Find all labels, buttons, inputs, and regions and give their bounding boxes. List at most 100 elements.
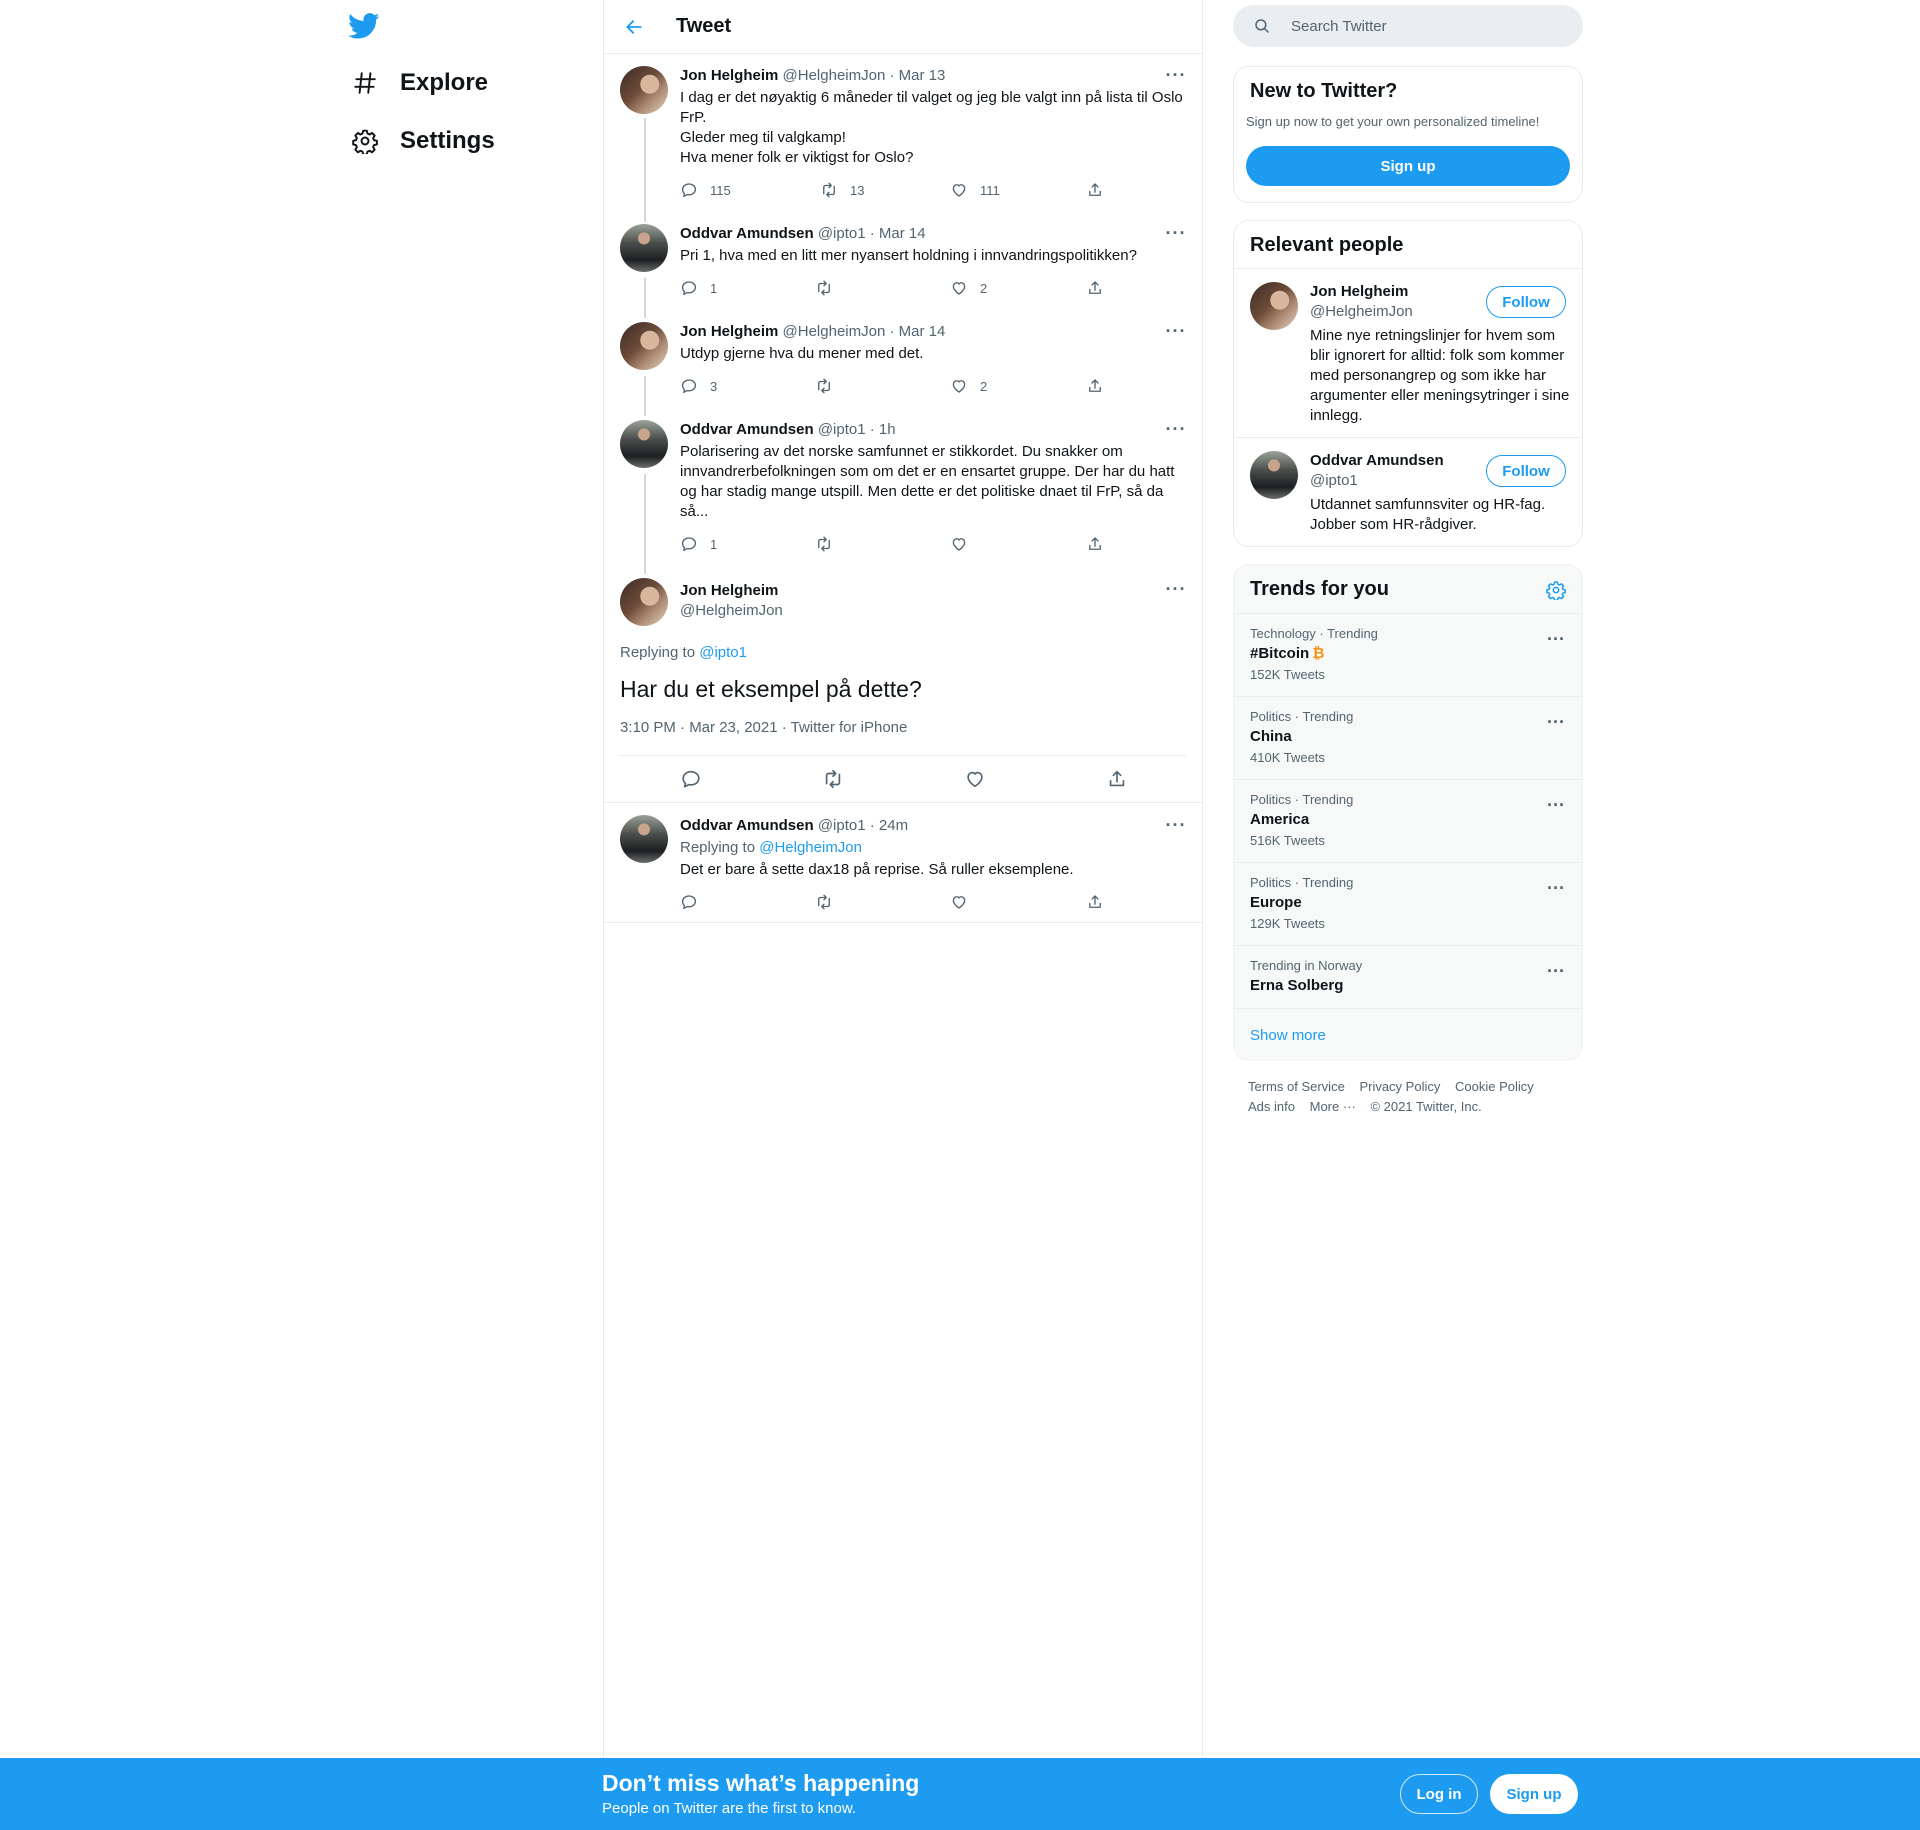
- retweet-button[interactable]: [815, 892, 845, 912]
- avatar[interactable]: [620, 224, 668, 272]
- replying-to-link[interactable]: @HelgheimJon: [759, 839, 862, 856]
- person-handle[interactable]: @HelgheimJon: [1310, 303, 1413, 320]
- author-name[interactable]: Oddvar Amundsen: [680, 225, 814, 242]
- author-name[interactable]: Oddvar Amundsen: [680, 817, 814, 834]
- nav-settings[interactable]: Settings: [352, 119, 495, 163]
- retweet-button[interactable]: [815, 278, 845, 298]
- banner-subtitle: People on Twitter are the first to know.: [602, 1800, 857, 1817]
- person-handle[interactable]: @ipto1: [1310, 472, 1358, 489]
- tweet-date[interactable]: 1h: [879, 421, 896, 438]
- tweet-date[interactable]: 24m: [879, 817, 908, 834]
- share-button[interactable]: [1086, 892, 1116, 912]
- tweet-date[interactable]: Mar 14: [879, 225, 926, 242]
- avatar[interactable]: [1250, 451, 1298, 499]
- author-handle[interactable]: @ipto1: [818, 225, 866, 242]
- follow-button[interactable]: Follow: [1486, 455, 1566, 487]
- retweet-button[interactable]: [815, 376, 845, 396]
- tweet-date[interactable]: Mar 14: [899, 323, 946, 340]
- footer-link[interactable]: More ···: [1310, 1099, 1356, 1114]
- person-name[interactable]: Oddvar Amundsen: [1310, 452, 1444, 469]
- focus-author-name[interactable]: Jon Helgheim: [680, 582, 778, 599]
- more-options-icon[interactable]: ···: [1164, 420, 1188, 444]
- avatar[interactable]: [620, 322, 668, 370]
- footer-link[interactable]: Terms of Service: [1248, 1079, 1345, 1094]
- trend-meta: Trending in Norway: [1250, 958, 1363, 973]
- person-name[interactable]: Jon Helgheim: [1310, 283, 1408, 300]
- search-icon: [1255, 19, 1269, 33]
- back-button[interactable]: [620, 13, 648, 41]
- avatar[interactable]: [620, 815, 668, 863]
- nav-explore[interactable]: Explore: [352, 61, 488, 105]
- avatar[interactable]: [620, 66, 668, 114]
- author-name[interactable]: Jon Helgheim: [680, 323, 778, 340]
- footer-link[interactable]: Cookie Policy: [1455, 1079, 1534, 1094]
- share-button[interactable]: [1086, 534, 1116, 554]
- author-name[interactable]: Oddvar Amundsen: [680, 421, 814, 438]
- tweet-text: Det er bare å sette dax18 på reprise. Så…: [680, 861, 1074, 878]
- reply-button[interactable]: 115: [680, 180, 731, 200]
- focus-tweet-text: Har du et eksempel på dette?: [620, 676, 922, 702]
- sign-up-button[interactable]: Sign up: [1246, 146, 1570, 186]
- reply-button[interactable]: [680, 892, 710, 912]
- search-input[interactable]: Search Twitter: [1233, 5, 1583, 47]
- tweet-text: I dag er det nøyaktig 6 måneder til valg…: [680, 89, 1183, 166]
- more-options-icon[interactable]: ···: [1544, 630, 1568, 651]
- more-options-icon[interactable]: ···: [1164, 816, 1188, 840]
- more-options-icon[interactable]: ···: [1164, 322, 1188, 346]
- tweet-text: Polarisering av det norske samfunnet er …: [680, 443, 1175, 520]
- like-button[interactable]: 2: [950, 278, 987, 298]
- replying-to: Replying to @HelgheimJon: [680, 839, 862, 856]
- share-button[interactable]: [1106, 767, 1128, 791]
- reply-button[interactable]: 1: [680, 534, 717, 554]
- back-arrow-icon: [626, 20, 642, 34]
- focus-author-handle[interactable]: @HelgheimJon: [680, 602, 783, 619]
- tweet-date[interactable]: Mar 13: [899, 67, 946, 84]
- avatar[interactable]: [620, 578, 668, 626]
- more-options-icon[interactable]: ···: [1544, 962, 1568, 983]
- show-more-link[interactable]: Show more: [1250, 1027, 1326, 1044]
- more-options-icon[interactable]: ···: [1164, 66, 1188, 90]
- share-button[interactable]: [1086, 278, 1116, 298]
- more-options-icon[interactable]: ···: [1544, 796, 1568, 817]
- avatar[interactable]: [620, 420, 668, 468]
- tweet-text: Pri 1, hva med en litt mer nyansert hold…: [680, 247, 1137, 264]
- retweet-button[interactable]: [815, 534, 845, 554]
- like-button[interactable]: [950, 534, 980, 554]
- author-handle[interactable]: @HelgheimJon: [783, 323, 886, 340]
- divider: [1234, 945, 1582, 946]
- tweet-text: Utdyp gjerne hva du mener med det.: [680, 345, 924, 362]
- sign-up-button[interactable]: Sign up: [1490, 1774, 1578, 1814]
- reply-button[interactable]: [680, 767, 702, 791]
- like-button[interactable]: [964, 767, 986, 791]
- thread-line: [644, 118, 646, 222]
- more-options-icon[interactable]: ···: [1544, 713, 1568, 734]
- footer-link[interactable]: Ads info: [1248, 1099, 1295, 1114]
- author-handle[interactable]: @ipto1: [818, 421, 866, 438]
- more-options-icon[interactable]: ···: [1164, 224, 1188, 248]
- share-button[interactable]: [1086, 376, 1116, 396]
- like-button[interactable]: 2: [950, 376, 987, 396]
- author-handle[interactable]: @HelgheimJon: [783, 67, 886, 84]
- like-button[interactable]: [950, 892, 980, 912]
- more-options-icon[interactable]: ···: [1164, 580, 1188, 604]
- twitter-logo-icon[interactable]: [348, 10, 380, 42]
- more-options-icon[interactable]: ···: [1544, 879, 1568, 900]
- retweet-button[interactable]: 13: [820, 180, 864, 200]
- author-name[interactable]: Jon Helgheim: [680, 67, 778, 84]
- focus-timestamp[interactable]: 3:10 PM · Mar 23, 2021 · Twitter for iPh…: [620, 719, 907, 736]
- retweet-icon: [818, 280, 830, 296]
- avatar[interactable]: [1250, 282, 1298, 330]
- share-button[interactable]: [1086, 180, 1116, 200]
- person-bio: Utdannet samfunnsviter og HR-fag. Jobber…: [1310, 496, 1546, 533]
- reply-button[interactable]: 3: [680, 376, 717, 396]
- retweet-button[interactable]: [822, 767, 844, 791]
- reply-button[interactable]: 1: [680, 278, 717, 298]
- author-handle[interactable]: @ipto1: [818, 817, 866, 834]
- follow-button[interactable]: Follow: [1486, 286, 1566, 318]
- footer-link[interactable]: Privacy Policy: [1359, 1079, 1440, 1094]
- log-in-button[interactable]: Log in: [1400, 1774, 1478, 1814]
- replying-to-link[interactable]: @ipto1: [699, 644, 747, 661]
- gear-icon[interactable]: [1546, 580, 1566, 600]
- reply-count: 115: [710, 182, 731, 198]
- like-button[interactable]: 111: [950, 180, 1000, 200]
